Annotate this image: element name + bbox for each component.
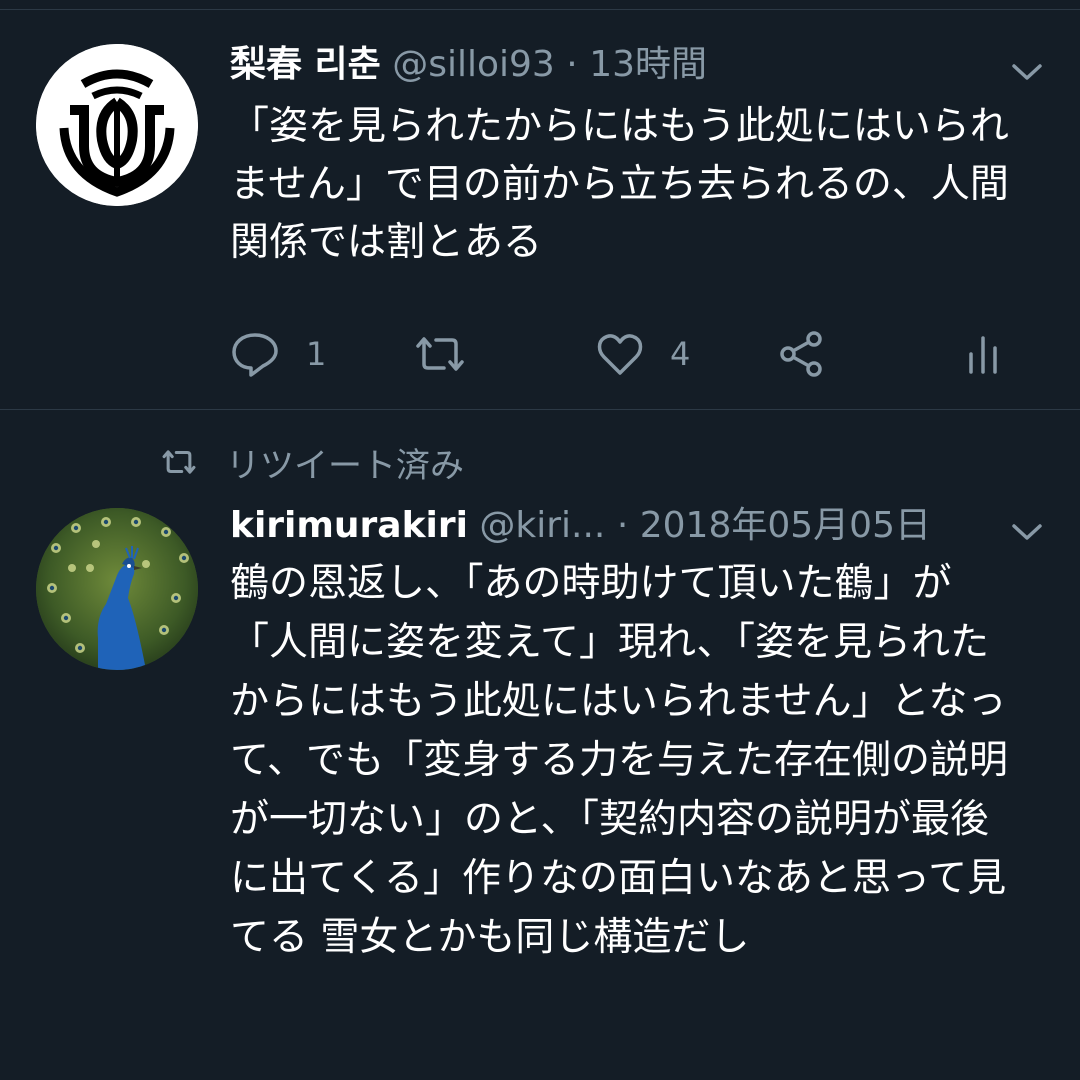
chevron-down-icon[interactable] (1010, 62, 1044, 82)
share-icon (780, 331, 822, 377)
tweet-actions: 1 4 (230, 324, 1030, 384)
peacock-photo (36, 508, 198, 670)
tweet[interactable]: 梨春 리춘 @silloi93 · 13時間 「姿を見られたからにはもう此処には… (0, 10, 1080, 409)
reply-count: 1 (306, 335, 327, 373)
retweet-icon (162, 450, 196, 474)
retweet-icon (416, 337, 464, 371)
user-handle[interactable]: @kiri... (479, 505, 605, 546)
heart-icon (597, 334, 643, 375)
timestamp[interactable]: 13時間 (589, 44, 707, 85)
chevron-down-icon[interactable] (1010, 522, 1044, 542)
retweet-button[interactable] (412, 324, 494, 384)
avatar[interactable] (36, 508, 198, 670)
tweet-text: 鶴の恩返し、「あの時助けて頂いた鶴」が「人間に姿を変えて」現れ、「姿を見られたか… (230, 561, 1009, 960)
crest-logo-icon (36, 44, 198, 206)
like-count: 4 (670, 335, 691, 373)
tweet[interactable]: リツイート済み kirimurakiri @kiri... · 2018年05月… (0, 410, 1080, 1080)
display-name[interactable]: 梨春 리춘 (230, 44, 381, 85)
timestamp[interactable]: 2018年05月05日 (640, 505, 931, 546)
tweet-text: 「姿を見られたからにはもう此処にはいられません」で目の前から立ち去られるの、人間… (230, 104, 1009, 265)
reply-icon (232, 333, 278, 377)
reply-button[interactable]: 1 (230, 324, 326, 384)
separator-dot: · (566, 44, 578, 85)
retweet-banner: リツイート済み (160, 440, 464, 486)
display-name[interactable]: kirimurakiri (230, 505, 468, 546)
analytics-button[interactable] (966, 324, 1000, 384)
avatar[interactable] (36, 44, 198, 206)
separator-dot: · (616, 505, 629, 546)
user-handle[interactable]: @silloi93 (392, 44, 555, 85)
retweet-label: リツイート済み (226, 445, 464, 486)
analytics-icon (969, 336, 997, 374)
tweet-header: 梨春 리춘 @silloi93 · 13時間 (230, 40, 980, 90)
like-button[interactable]: 4 (596, 324, 690, 384)
tweet-header: kirimurakiri @kiri... · 2018年05月05日 (230, 501, 980, 551)
share-button[interactable] (778, 324, 826, 384)
